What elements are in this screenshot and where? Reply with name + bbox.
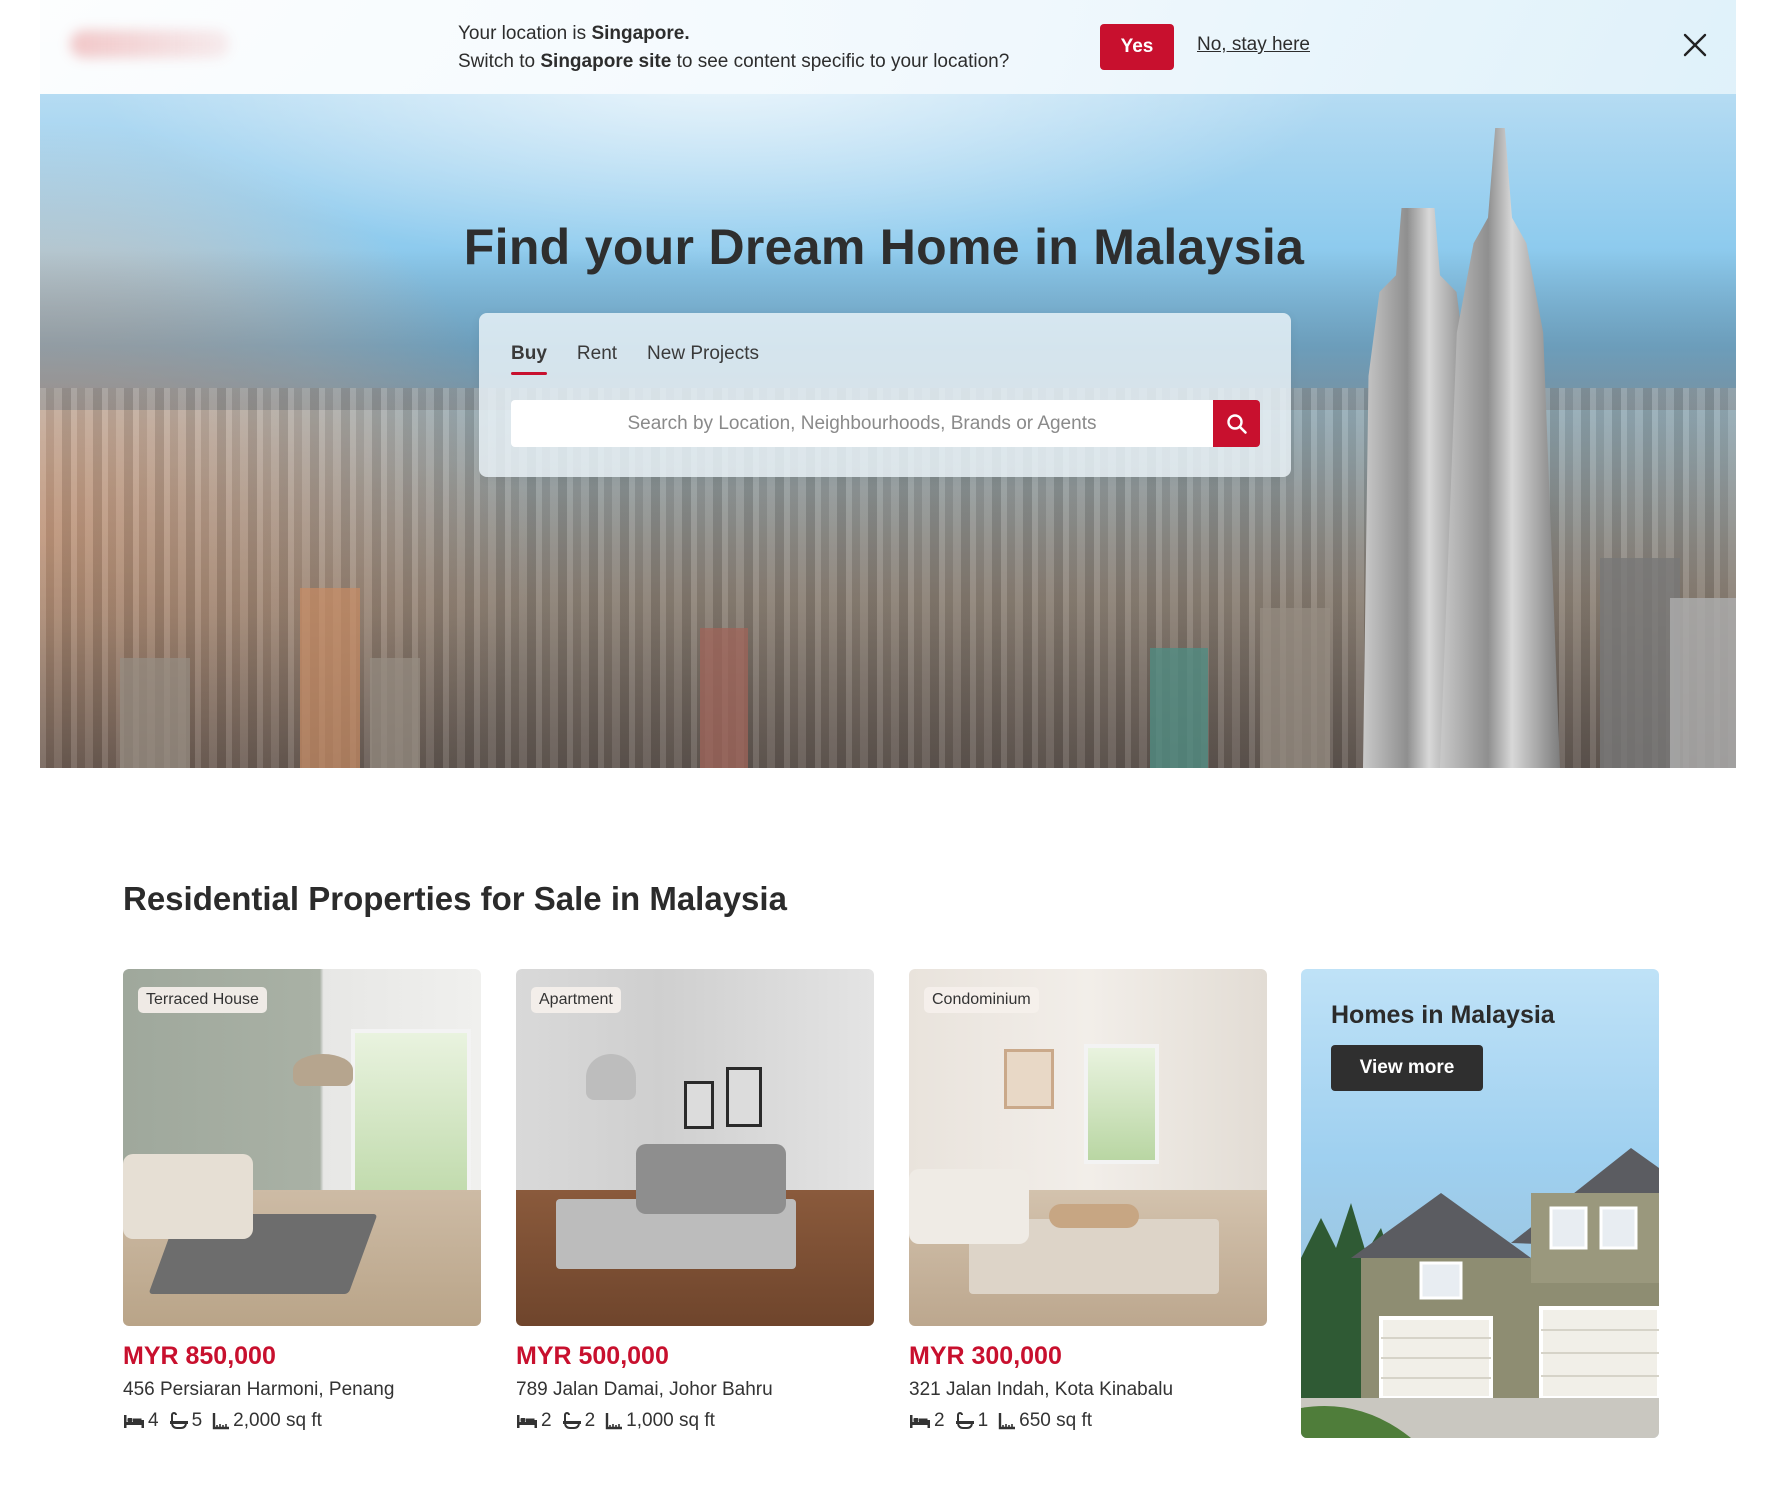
area-value: 650 sq ft [1019, 1410, 1093, 1431]
area-value: 1,000 sq ft [626, 1410, 715, 1431]
room-illustration [516, 969, 874, 1326]
close-icon[interactable] [1680, 30, 1710, 60]
property-photo[interactable]: Apartment [516, 969, 874, 1326]
bedrooms: 2 [516, 1410, 552, 1432]
promo-heading: Homes in Malaysia [1331, 1001, 1555, 1029]
room-window [1084, 1044, 1159, 1164]
room-table [1049, 1204, 1139, 1228]
location-text: Your location is [458, 23, 592, 44]
bathrooms: 1 [955, 1410, 989, 1432]
search-tabs: Buy Rent New Projects [511, 343, 759, 375]
promo-card[interactable]: Homes in Malaysia View more [1301, 969, 1659, 1438]
search-button[interactable] [1213, 400, 1260, 447]
location-banner: Your location is Singapore. Switch to Si… [40, 0, 1736, 94]
hero-building [700, 628, 748, 768]
switch-site-name: Singapore site [540, 51, 672, 72]
view-more-button[interactable]: View more [1331, 1045, 1483, 1091]
property-features: 2 2 1,000 sq ft [516, 1410, 874, 1432]
site-logo [70, 30, 230, 58]
yes-button[interactable]: Yes [1100, 24, 1174, 70]
property-address[interactable]: 321 Jalan Indah, Kota Kinabalu [909, 1379, 1267, 1401]
area-icon [998, 1413, 1016, 1430]
property-photo[interactable]: Terraced House [123, 969, 481, 1326]
bedrooms: 2 [909, 1410, 945, 1432]
search-icon [1226, 413, 1247, 434]
bathrooms: 5 [169, 1410, 203, 1432]
bedrooms-count: 2 [541, 1410, 552, 1431]
area-icon [605, 1413, 623, 1430]
bath-icon [169, 1412, 188, 1429]
property-address[interactable]: 456 Persiaran Harmoni, Penang [123, 1379, 481, 1401]
property-photo[interactable]: Condominium [909, 969, 1267, 1326]
bath-icon [562, 1412, 581, 1429]
room-frame [1004, 1049, 1054, 1109]
bedrooms: 4 [123, 1410, 159, 1432]
property-card[interactable]: Terraced House MYR 850,000 456 Persiaran… [123, 969, 481, 1432]
bed-icon [124, 1415, 144, 1428]
bathrooms: 2 [562, 1410, 596, 1432]
bedrooms-count: 4 [148, 1410, 159, 1431]
property-card[interactable]: Condominium MYR 300,000 321 Jalan Indah,… [909, 969, 1267, 1432]
area-icon [212, 1413, 230, 1430]
property-type-badge: Terraced House [138, 987, 267, 1013]
search-input[interactable] [511, 400, 1213, 447]
location-country: Singapore. [591, 23, 690, 44]
property-address[interactable]: 789 Jalan Damai, Johor Bahru [516, 1379, 874, 1401]
property-type-badge: Apartment [531, 987, 621, 1013]
property-card[interactable]: Apartment MYR 500,000 789 Jalan Damai, J… [516, 969, 874, 1432]
bedrooms-count: 2 [934, 1410, 945, 1431]
floor-area: 650 sq ft [998, 1410, 1092, 1432]
property-price: MYR 300,000 [909, 1342, 1062, 1370]
house-illustration [1301, 1148, 1659, 1438]
bathrooms-count: 1 [977, 1410, 989, 1431]
hero-title: Find your Dream Home in Malaysia [463, 219, 1305, 275]
floor-area: 1,000 sq ft [605, 1410, 715, 1432]
room-frame [726, 1067, 762, 1127]
floor-area: 2,000 sq ft [212, 1410, 322, 1432]
tab-buy[interactable]: Buy [511, 343, 547, 375]
tab-new-projects[interactable]: New Projects [647, 343, 759, 375]
hero-building [1670, 598, 1736, 768]
search-panel: Buy Rent New Projects [479, 313, 1291, 477]
property-features: 4 5 2,000 sq ft [123, 1410, 481, 1432]
room-illustration [909, 969, 1267, 1326]
location-message: Your location is Singapore. Switch to Si… [458, 20, 1009, 76]
bathrooms-count: 5 [191, 1410, 203, 1431]
room-lamp [586, 1054, 636, 1100]
hero-building [1600, 558, 1680, 768]
switch-text-suffix: to see content specific to your location… [671, 51, 1010, 72]
stay-here-link[interactable]: No, stay here [1197, 34, 1310, 56]
property-features: 2 1 650 sq ft [909, 1410, 1267, 1432]
hero-building [370, 658, 420, 768]
area-value: 2,000 sq ft [233, 1410, 322, 1431]
tab-rent[interactable]: Rent [577, 343, 617, 375]
hero-building [120, 658, 190, 768]
switch-text: Switch to [458, 51, 541, 72]
room-sofa [909, 1169, 1029, 1244]
bed-icon [910, 1415, 930, 1428]
room-frame [684, 1081, 714, 1129]
property-type-badge: Condominium [924, 987, 1039, 1013]
hero-building [300, 588, 360, 768]
room-illustration [123, 969, 481, 1326]
hero-building [1260, 608, 1330, 768]
room-sofa [123, 1154, 253, 1239]
bed-icon [517, 1415, 537, 1428]
room-lamp [293, 1054, 353, 1086]
bath-icon [955, 1412, 974, 1429]
hero-building [1150, 648, 1208, 768]
property-price: MYR 500,000 [516, 1342, 669, 1370]
property-price: MYR 850,000 [123, 1342, 276, 1370]
section-title: Residential Properties for Sale in Malay… [123, 880, 787, 917]
bathrooms-count: 2 [584, 1410, 596, 1431]
room-sofa [636, 1144, 786, 1214]
